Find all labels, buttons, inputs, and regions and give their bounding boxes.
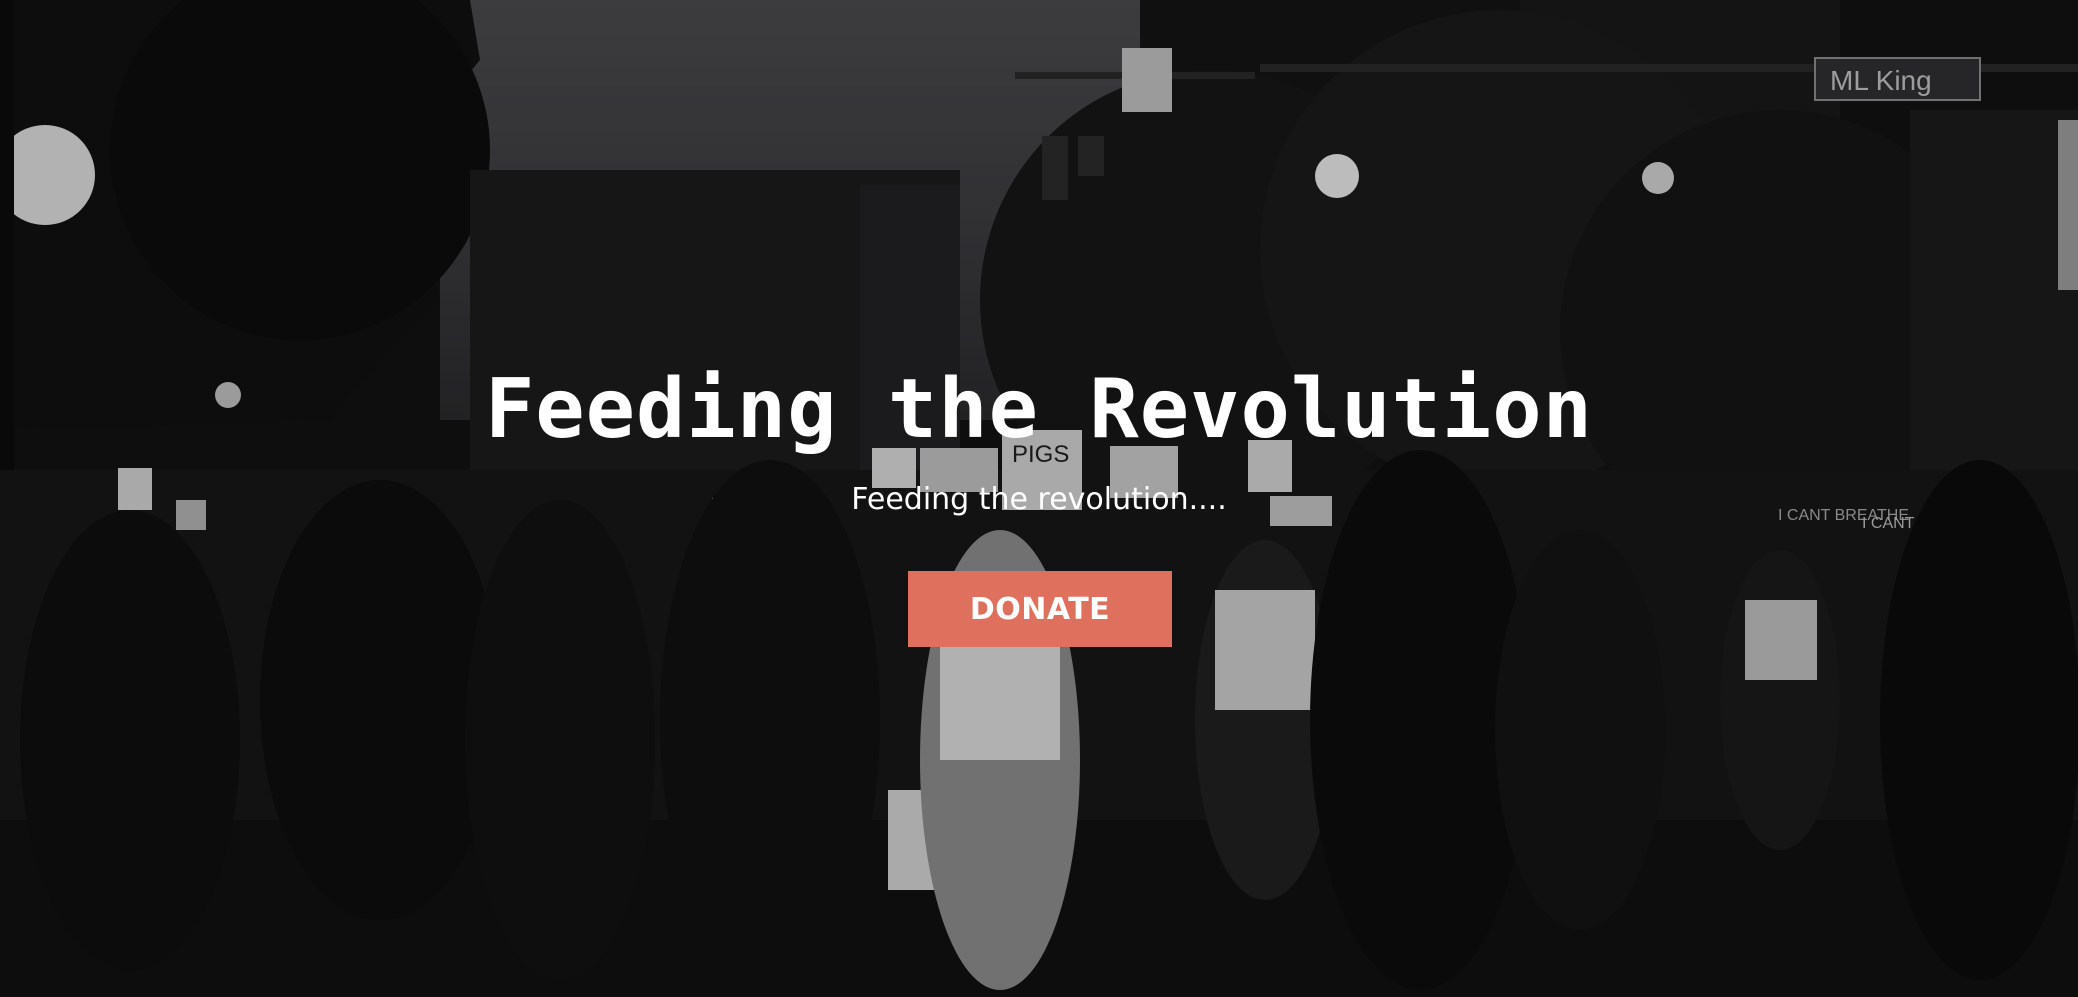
- hero-title: Feeding the Revolution: [484, 362, 1594, 457]
- hero-content: Feeding the Revolution Feeding the revol…: [0, 0, 2078, 997]
- hero-subtitle: Feeding the revolution....: [851, 482, 1227, 517]
- hero-section: ML King PIGS I CANT BREATHE I CANT Feedi…: [0, 0, 2078, 997]
- donate-button[interactable]: DONATE: [908, 571, 1172, 647]
